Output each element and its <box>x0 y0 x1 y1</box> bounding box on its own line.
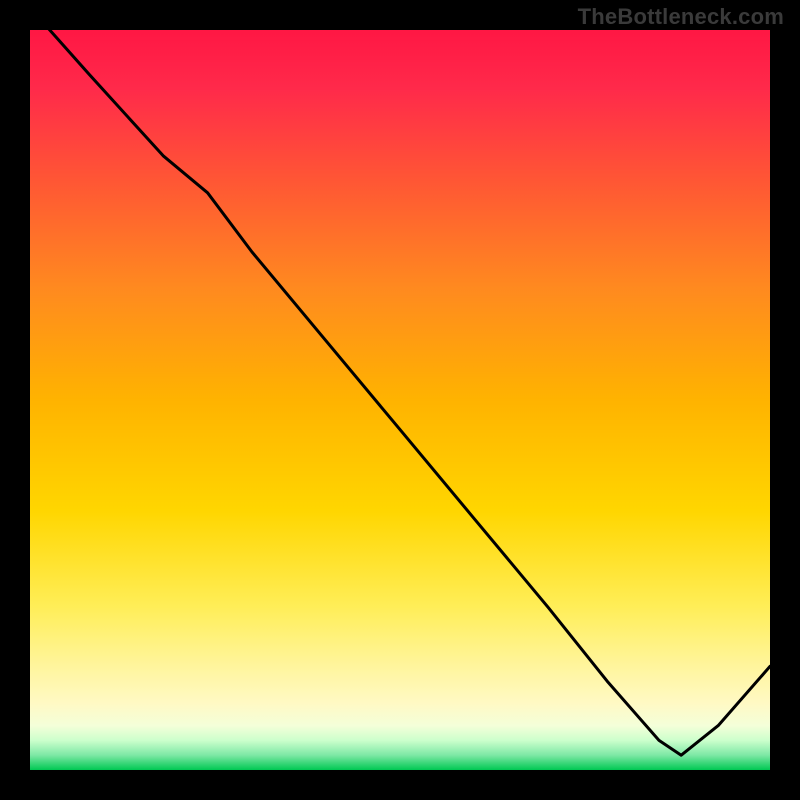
chart-background <box>30 30 770 770</box>
chart-svg <box>30 30 770 770</box>
chart-container: TheBottleneck.com <box>0 0 800 800</box>
plot-area <box>30 30 770 770</box>
watermark-text: TheBottleneck.com <box>578 4 784 30</box>
